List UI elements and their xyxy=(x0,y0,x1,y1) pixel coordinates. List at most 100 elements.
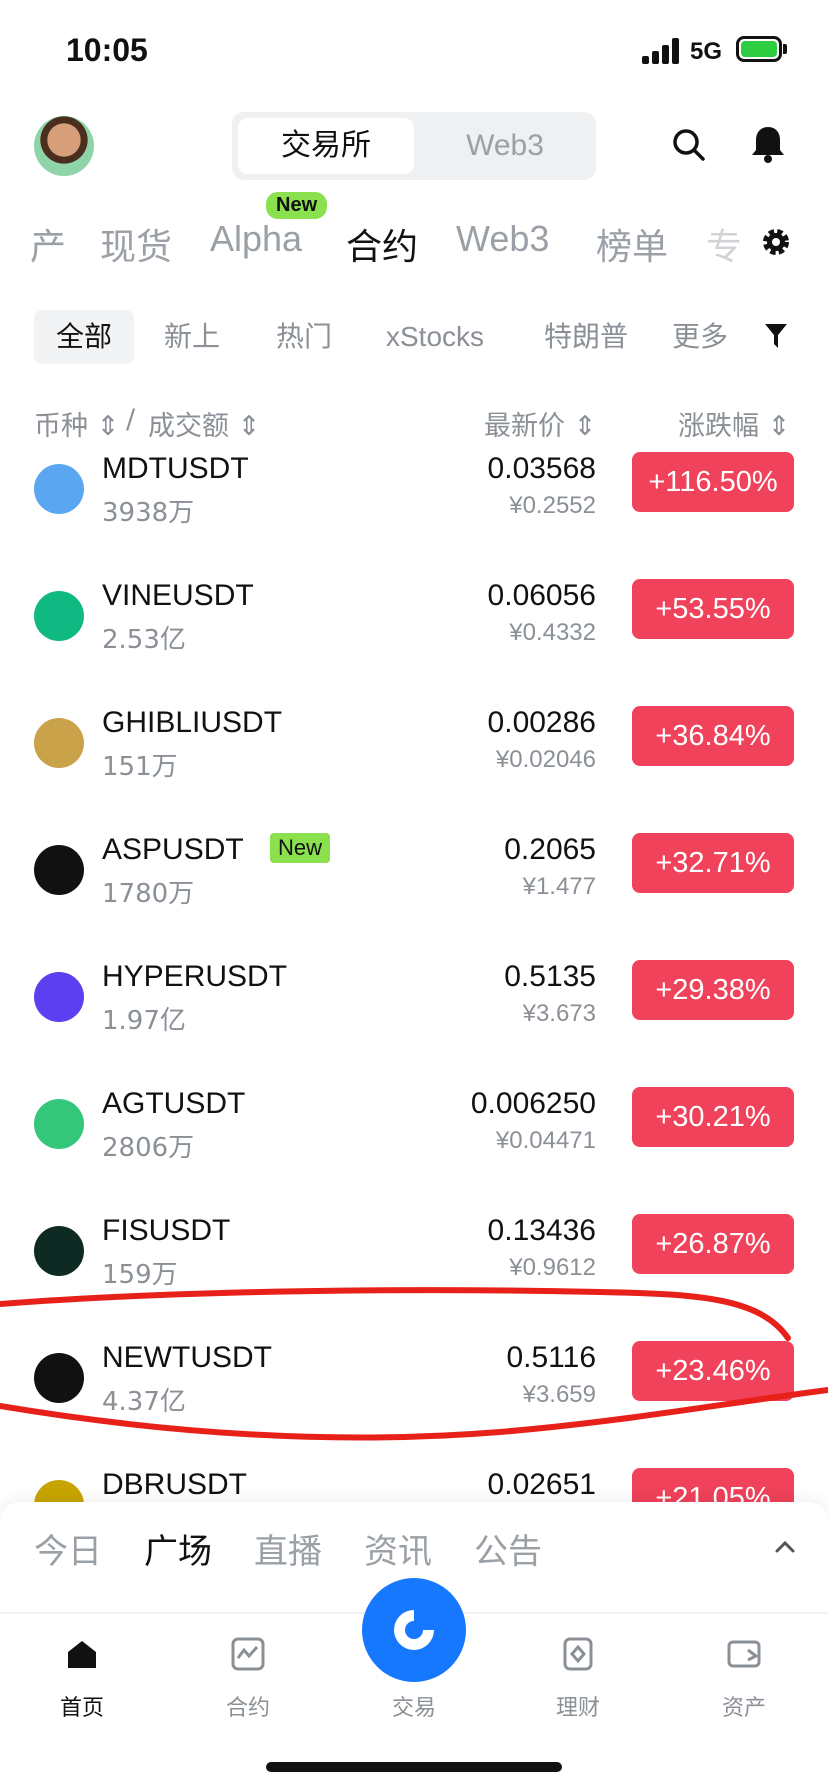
filter-all[interactable]: 全部 xyxy=(34,310,134,364)
list-item[interactable]: AGTUSDT 2806万 0.006250 ¥0.04471 +30.21% xyxy=(0,1087,828,1214)
battery-tip xyxy=(783,44,787,54)
network-type: 5G xyxy=(690,38,723,65)
asp-coin-icon xyxy=(34,845,84,895)
change-badge[interactable]: +30.21% xyxy=(632,1087,794,1147)
symbol: AGTUSDT xyxy=(102,1087,246,1120)
vine-coin-icon xyxy=(34,591,84,641)
col-coin[interactable]: 币种 ⇕ xyxy=(34,404,119,443)
last-price: 0.06056 xyxy=(487,579,596,612)
change-badge[interactable]: +116.50% xyxy=(632,452,794,512)
nav-home[interactable]: 首页 xyxy=(22,1690,142,1722)
volume: 2.53亿 xyxy=(102,625,186,655)
segment-exchange[interactable]: 交易所 xyxy=(238,118,414,174)
cny-price: ¥0.2552 xyxy=(509,492,596,519)
nav-earn[interactable]: 理财 xyxy=(518,1690,638,1722)
filter-xstocks[interactable]: xStocks xyxy=(386,310,484,364)
last-price: 0.5135 xyxy=(504,960,596,993)
home-indicator xyxy=(266,1762,562,1772)
status-time: 10:05 xyxy=(66,32,148,68)
volume: 2806万 xyxy=(102,1133,195,1163)
list-item[interactable]: MDTUSDT 3938万 0.03568 ¥0.2552 +116.50% xyxy=(0,452,828,579)
tab-today[interactable]: 今日 xyxy=(34,1524,102,1573)
segment-web3[interactable]: Web3 xyxy=(420,118,590,174)
mdt-coin-icon xyxy=(34,464,84,514)
volume: 1780万 xyxy=(102,879,195,909)
filter-more[interactable]: 更多 xyxy=(672,310,728,364)
last-price: 0.02651 xyxy=(487,1468,596,1501)
filter-new-listings[interactable]: 新上 xyxy=(164,310,220,364)
futures-icon[interactable] xyxy=(230,1636,266,1672)
chevron-up-icon[interactable] xyxy=(774,1536,796,1558)
agt-coin-icon xyxy=(34,1099,84,1149)
volume: 1.97亿 xyxy=(102,1006,186,1036)
gear-icon[interactable] xyxy=(760,226,792,258)
new-badge: New xyxy=(266,192,328,219)
battery-icon xyxy=(736,36,782,62)
nav-trade[interactable]: 交易 xyxy=(354,1690,474,1722)
tab-web3[interactable]: Web3 xyxy=(456,218,549,260)
filter-trump[interactable]: 特朗普 xyxy=(544,310,628,364)
hyper-coin-icon xyxy=(34,972,84,1022)
symbol: FISUSDT xyxy=(102,1214,231,1247)
tab-futures[interactable]: 合约 xyxy=(346,218,418,270)
cny-price: ¥0.04471 xyxy=(495,1127,596,1154)
trade-logo-icon xyxy=(394,1610,434,1650)
tab-live[interactable]: 直播 xyxy=(254,1524,322,1573)
earn-icon[interactable] xyxy=(560,1636,596,1672)
last-price: 0.006250 xyxy=(470,1087,596,1120)
cny-price: ¥0.4332 xyxy=(509,619,596,646)
volume: 151万 xyxy=(102,752,178,782)
change-badge[interactable]: +26.87% xyxy=(632,1214,794,1274)
list-item[interactable]: VINEUSDT 2.53亿 0.06056 ¥0.4332 +53.55% xyxy=(0,579,828,706)
change-badge[interactable]: +53.55% xyxy=(632,579,794,639)
last-price: 0.03568 xyxy=(487,452,596,485)
signal-icon xyxy=(642,38,682,64)
ghibli-coin-icon xyxy=(34,718,84,768)
change-badge[interactable]: +36.84% xyxy=(632,706,794,766)
cny-price: ¥1.477 xyxy=(522,873,596,900)
tab-square[interactable]: 广场 xyxy=(144,1524,212,1573)
list-item[interactable]: GHIBLIUSDT 151万 0.00286 ¥0.02046 +36.84% xyxy=(0,706,828,833)
col-change[interactable]: 涨跌幅 ⇕ xyxy=(678,404,790,443)
col-slash: / xyxy=(126,404,136,435)
new-badge: New xyxy=(270,833,331,863)
tab-spot[interactable]: 现货 xyxy=(100,218,172,270)
tab-more-cut[interactable]: 专 xyxy=(706,218,742,270)
cny-price: ¥0.9612 xyxy=(509,1254,596,1281)
annotation-circle xyxy=(0,1287,828,1441)
symbol: GHIBLIUSDT xyxy=(102,706,283,739)
home-icon[interactable] xyxy=(64,1636,100,1672)
change-badge[interactable]: +32.71% xyxy=(632,833,794,893)
fis-coin-icon xyxy=(34,1226,84,1276)
filter-hot[interactable]: 热门 xyxy=(276,310,332,364)
last-price: 0.2065 xyxy=(504,833,596,866)
tab-assets[interactable]: 产 xyxy=(30,218,66,270)
list-item[interactable]: ASPUSDT New 1780万 0.2065 ¥1.477 +32.71% xyxy=(0,833,828,960)
change-badge[interactable]: +29.38% xyxy=(632,960,794,1020)
col-price[interactable]: 最新价 ⇕ xyxy=(484,404,596,443)
symbol: VINEUSDT xyxy=(102,579,254,612)
tab-announcements[interactable]: 公告 xyxy=(474,1524,542,1573)
symbol: ASPUSDT xyxy=(102,833,244,866)
nav-futures[interactable]: 合约 xyxy=(188,1690,308,1722)
cny-price: ¥3.673 xyxy=(522,1000,596,1027)
symbol: DBRUSDT xyxy=(102,1468,248,1501)
search-icon[interactable] xyxy=(672,128,706,162)
symbol: MDTUSDT xyxy=(102,452,249,485)
tab-news[interactable]: 资讯 xyxy=(364,1524,432,1573)
last-price: 0.00286 xyxy=(487,706,596,739)
list-item[interactable]: HYPERUSDT 1.97亿 0.5135 ¥3.673 +29.38% xyxy=(0,960,828,1087)
bell-icon[interactable] xyxy=(750,124,786,164)
symbol: HYPERUSDT xyxy=(102,960,288,993)
cny-price: ¥0.02046 xyxy=(495,746,596,773)
wallet-icon[interactable] xyxy=(726,1636,762,1672)
filter-icon[interactable] xyxy=(764,322,788,350)
nav-assets[interactable]: 资产 xyxy=(684,1690,804,1722)
last-price: 0.13436 xyxy=(487,1214,596,1247)
volume: 3938万 xyxy=(102,498,195,528)
col-volume[interactable]: 成交额 ⇕ xyxy=(148,404,260,443)
trade-button[interactable] xyxy=(362,1578,466,1682)
tab-alpha[interactable]: Alpha xyxy=(210,218,302,260)
tab-rankings[interactable]: 榜单 xyxy=(596,218,668,270)
avatar[interactable] xyxy=(34,116,94,176)
